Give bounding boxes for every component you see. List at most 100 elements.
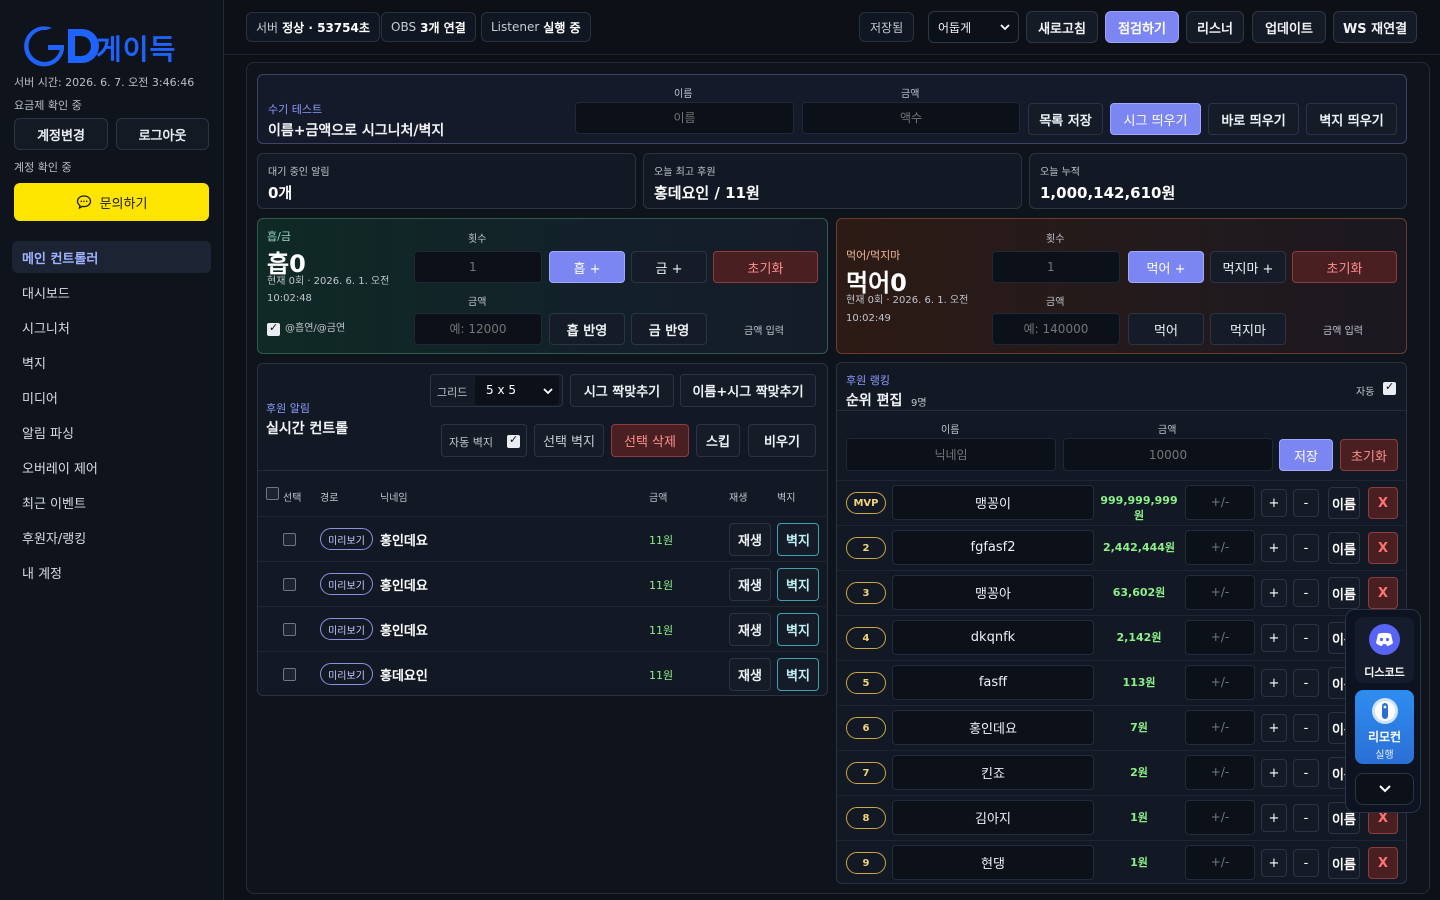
preview-pill[interactable]: 미리보기	[320, 618, 373, 640]
play-button[interactable]: 재생	[729, 658, 771, 691]
meokjima-plus-button[interactable]: 먹지마 +	[1210, 251, 1286, 283]
rank-plus-button[interactable]: +	[1261, 804, 1287, 832]
rank-plus-button[interactable]: +	[1261, 534, 1287, 562]
nav-sponsors-ranking[interactable]: 후원자/랭킹	[12, 521, 211, 553]
ranking-save-button[interactable]: 저장	[1279, 439, 1333, 471]
nav-wallpaper[interactable]: 벽지	[12, 346, 211, 378]
rank-delta-input[interactable]: +/-	[1185, 845, 1255, 880]
rank-name-button[interactable]: 이름	[1328, 532, 1360, 564]
nav-main-controller[interactable]: 메인 컨트롤러	[12, 241, 211, 273]
heum-reset-button[interactable]: 초기화	[713, 251, 818, 283]
nav-media[interactable]: 미디어	[12, 381, 211, 413]
rank-plus-button[interactable]: +	[1261, 759, 1287, 787]
rank-name-field[interactable]: fasff	[892, 665, 1094, 700]
rank-name-field[interactable]: 김아지	[892, 800, 1094, 835]
inquiry-button[interactable]: 문의하기	[14, 183, 209, 221]
rank-delta-input[interactable]: +/-	[1185, 530, 1255, 565]
manual-amount-input[interactable]	[802, 102, 1020, 134]
select-wall-button[interactable]: 선택 벽지	[534, 424, 604, 457]
clear-button[interactable]: 비우기	[748, 424, 816, 457]
rank-name-field[interactable]: 맹꽁아	[892, 575, 1094, 610]
inspect-button[interactable]: 점검하기	[1105, 11, 1179, 43]
rank-delete-button[interactable]: X	[1368, 577, 1398, 609]
meok-plus-button[interactable]: 먹어 +	[1128, 251, 1204, 283]
collapse-button[interactable]	[1355, 773, 1414, 805]
meok-apply-button[interactable]: 먹어	[1128, 313, 1204, 345]
nav-recent-events[interactable]: 최근 이벤트	[12, 486, 211, 518]
rank-plus-button[interactable]: +	[1261, 849, 1287, 877]
auto-wall-checkbox[interactable]	[507, 433, 520, 448]
geum-apply-button[interactable]: 금 반영	[631, 313, 707, 345]
ranking-name-input[interactable]	[846, 438, 1056, 471]
row-checkbox[interactable]	[283, 668, 296, 681]
rank-delta-input[interactable]: +/-	[1185, 755, 1255, 790]
rank-name-button[interactable]: 이름	[1328, 577, 1360, 609]
rank-plus-button[interactable]: +	[1261, 624, 1287, 652]
rank-minus-button[interactable]: -	[1293, 714, 1319, 742]
meok-amount-input[interactable]	[992, 313, 1120, 345]
save-list-button[interactable]: 목록 저장	[1028, 103, 1103, 135]
wall-button[interactable]: 벽지	[777, 613, 819, 646]
rank-delta-input[interactable]: +/-	[1185, 485, 1255, 520]
preview-pill[interactable]: 미리보기	[320, 663, 373, 685]
nav-overlay-control[interactable]: 오버레이 제어	[12, 451, 211, 483]
rank-delete-button[interactable]: X	[1368, 532, 1398, 564]
preview-pill[interactable]: 미리보기	[320, 528, 373, 550]
preview-pill[interactable]: 미리보기	[320, 573, 373, 595]
name-sig-match-button[interactable]: 이름+시그 짝맞추기	[680, 374, 816, 407]
row-checkbox[interactable]	[283, 578, 296, 591]
meok-reset-button[interactable]: 초기화	[1292, 251, 1397, 283]
ws-reconnect-button[interactable]: WS 재연결	[1333, 11, 1417, 43]
rank-name-field[interactable]: 맹꽁이	[892, 485, 1094, 520]
rank-delta-input[interactable]: +/-	[1185, 665, 1255, 700]
logout-button[interactable]: 로그아웃	[116, 118, 209, 150]
refresh-button[interactable]: 새로고침	[1026, 11, 1098, 43]
rank-minus-button[interactable]: -	[1293, 849, 1319, 877]
rank-name-field[interactable]: 킨죠	[892, 755, 1094, 790]
heum-plus-button[interactable]: 흡 +	[549, 251, 625, 283]
play-button[interactable]: 재생	[729, 568, 771, 601]
rank-minus-button[interactable]: -	[1293, 534, 1319, 562]
sig-match-button[interactable]: 시그 짝맞추기	[570, 374, 674, 407]
ranking-amount-input[interactable]	[1063, 438, 1273, 471]
account-change-button[interactable]: 계정변경	[14, 118, 108, 150]
rank-name-button[interactable]: 이름	[1328, 487, 1360, 519]
rank-name-field[interactable]: fgfasf2	[892, 530, 1094, 565]
rank-delta-input[interactable]: +/-	[1185, 575, 1255, 610]
heum-mention-checkbox[interactable]	[267, 321, 280, 336]
rank-delete-button[interactable]: X	[1368, 847, 1398, 879]
wall-button[interactable]: 벽지	[777, 658, 819, 691]
manual-name-input[interactable]	[575, 102, 794, 134]
rank-plus-button[interactable]: +	[1261, 714, 1287, 742]
auto-wall-toggle[interactable]: 자동 벽지	[441, 424, 527, 457]
rank-minus-button[interactable]: -	[1293, 804, 1319, 832]
rank-delta-input[interactable]: +/-	[1185, 710, 1255, 745]
update-button[interactable]: 업데이트	[1252, 11, 1326, 43]
heum-count-input[interactable]	[414, 251, 542, 283]
rank-plus-button[interactable]: +	[1261, 669, 1287, 697]
ranking-reset-button[interactable]: 초기화	[1340, 439, 1398, 471]
grid-select[interactable]: 5 x 5	[475, 376, 559, 405]
heum-amount-input[interactable]	[414, 313, 542, 345]
nav-alert-parsing[interactable]: 알림 파싱	[12, 416, 211, 448]
ranking-auto-checkbox[interactable]	[1383, 380, 1396, 395]
rank-name-field[interactable]: dkqnfk	[892, 620, 1094, 655]
wall-button[interactable]: 벽지	[777, 523, 819, 556]
discord-button[interactable]: 디스코드	[1355, 617, 1414, 683]
nav-dashboard[interactable]: 대시보드	[12, 276, 211, 308]
direct-pop-button[interactable]: 바로 띄우기	[1208, 103, 1299, 135]
rank-name-field[interactable]: 현댕	[892, 845, 1094, 880]
rank-minus-button[interactable]: -	[1293, 759, 1319, 787]
rank-minus-button[interactable]: -	[1293, 669, 1319, 697]
row-checkbox[interactable]	[283, 623, 296, 636]
listener-button[interactable]: 리스너	[1186, 11, 1244, 43]
meok-count-input[interactable]	[992, 251, 1120, 283]
theme-select[interactable]: 어둡게	[928, 11, 1019, 43]
heum-apply-button[interactable]: 흡 반영	[549, 313, 625, 345]
rank-minus-button[interactable]: -	[1293, 489, 1319, 517]
rank-plus-button[interactable]: +	[1261, 489, 1287, 517]
rank-minus-button[interactable]: -	[1293, 624, 1319, 652]
nav-my-account[interactable]: 내 계정	[12, 556, 211, 588]
wall-pop-button[interactable]: 벽지 띄우기	[1306, 103, 1397, 135]
rank-minus-button[interactable]: -	[1293, 579, 1319, 607]
